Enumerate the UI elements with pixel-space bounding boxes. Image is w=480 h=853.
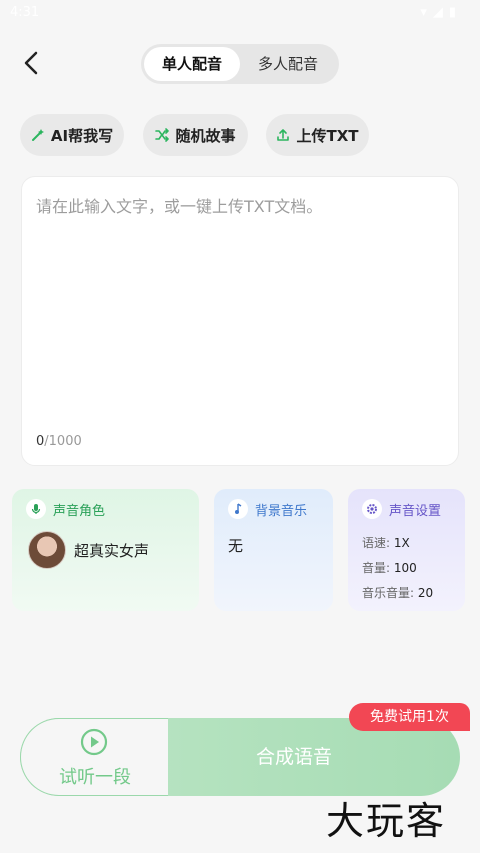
status-time: 4:31 <box>10 5 40 20</box>
random-story-label: 随机故事 <box>175 126 236 145</box>
text-editor: 0/1000 <box>21 176 459 466</box>
music-volume-row: 音乐音量: 20 <box>362 581 433 606</box>
ai-write-label: AI帮我写 <box>50 126 114 145</box>
volume-value: 100 <box>393 561 417 575</box>
signal-icon: ◢ <box>432 5 443 20</box>
microphone-icon <box>26 499 46 519</box>
speed-row: 语速: 1X <box>362 531 433 556</box>
shuffle-icon <box>155 128 170 142</box>
watermark-logo: 大玩客 <box>326 799 447 843</box>
background-music-header: 背景音乐 <box>228 499 307 519</box>
ai-write-button[interactable]: AI帮我写 <box>20 114 124 156</box>
volume-label: 音量: <box>362 561 391 575</box>
music-volume-value: 20 <box>417 586 434 600</box>
tab-multi-dubbing[interactable]: 多人配音 <box>240 47 336 81</box>
voice-settings-header: 声音设置 <box>362 499 441 519</box>
voice-role-header: 声音角色 <box>26 499 105 519</box>
music-note-icon <box>228 499 248 519</box>
upload-icon <box>276 128 290 142</box>
voice-avatar <box>28 531 66 569</box>
speed-value: 1X <box>393 536 410 550</box>
status-icons: ▾ ◢ ▮ <box>420 5 456 20</box>
magic-wand-icon <box>31 128 45 142</box>
upload-txt-label: 上传TXT <box>296 126 359 145</box>
voice-settings-card[interactable]: 声音设置 语速: 1X 音量: 100 音乐音量: 20 <box>348 489 465 611</box>
tab-single-dubbing[interactable]: 单人配音 <box>144 47 240 81</box>
voice-name: 超真实女声 <box>74 541 150 560</box>
speed-label: 语速: <box>362 536 391 550</box>
voice-selection: 超真实女声 <box>28 531 149 569</box>
background-music-title: 背景音乐 <box>255 503 308 519</box>
random-story-button[interactable]: 随机故事 <box>143 114 248 156</box>
gear-icon <box>362 499 382 519</box>
wifi-icon: ▾ <box>420 5 427 20</box>
chevron-left-icon <box>24 51 38 75</box>
status-bar: 4:31 ▾ ◢ ▮ <box>0 0 480 28</box>
voice-settings-title: 声音设置 <box>389 503 442 519</box>
preview-listen-label: 试听一段 <box>59 767 131 788</box>
background-music-value: 无 <box>228 537 244 555</box>
back-button[interactable] <box>18 48 46 78</box>
background-music-card[interactable]: 背景音乐 无 <box>214 489 333 611</box>
mode-toggle: 单人配音 多人配音 <box>141 44 339 84</box>
voice-role-title: 声音角色 <box>53 503 106 519</box>
volume-row: 音量: 100 <box>362 556 433 581</box>
music-volume-label: 音乐音量: <box>362 586 415 600</box>
voice-settings-values: 语速: 1X 音量: 100 音乐音量: 20 <box>362 531 433 606</box>
text-input[interactable] <box>36 193 444 433</box>
preview-listen-button[interactable]: 试听一段 <box>20 718 168 796</box>
char-counter: 0/1000 <box>36 434 82 449</box>
play-icon <box>80 728 108 756</box>
free-trial-badge: 免费试用1次 <box>349 703 470 731</box>
voice-role-card[interactable]: 声音角色 超真实女声 <box>12 489 199 611</box>
upload-txt-button[interactable]: 上传TXT <box>266 114 369 156</box>
battery-icon: ▮ <box>448 5 456 20</box>
char-max: /1000 <box>44 434 82 449</box>
